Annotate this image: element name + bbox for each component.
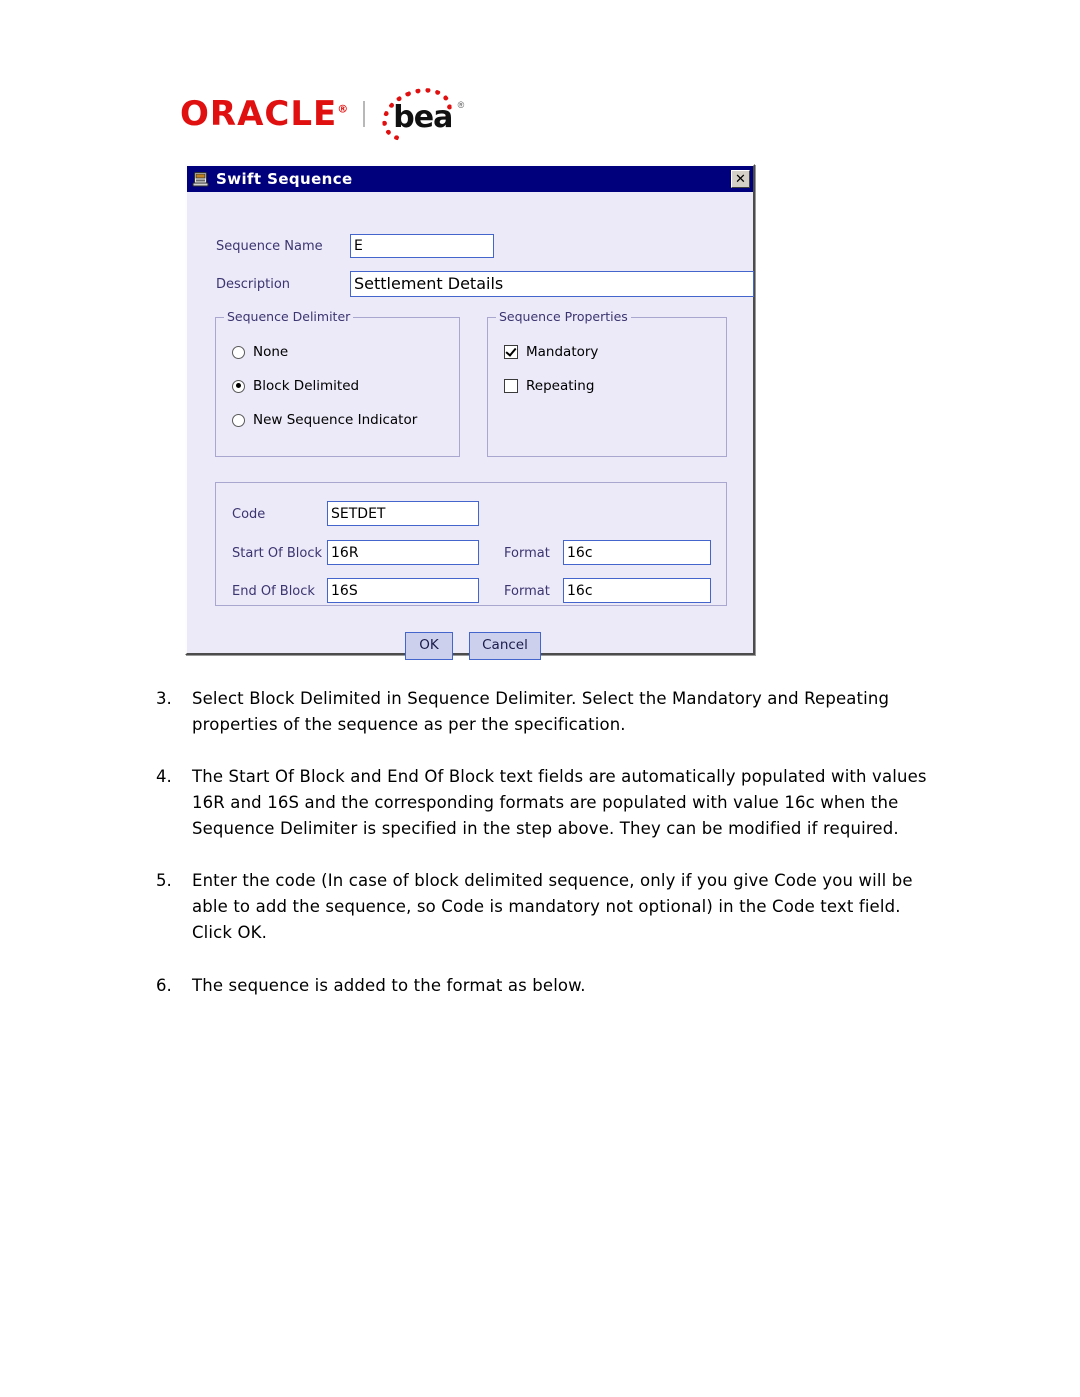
code-label: Code [232,507,266,522]
sequence-properties-group: Sequence Properties Mandatory Repeating [487,309,727,457]
sequence-properties-legend: Sequence Properties [496,309,631,324]
step-number: 4. [156,767,172,787]
end-of-block-input[interactable]: 16S [327,578,479,603]
checkbox-icon-repeating[interactable] [504,379,518,393]
checkbox-icon-mandatory[interactable] [504,345,518,359]
block-details-panel: Code SETDET Start Of Block 16R Format 16… [215,482,727,606]
swift-sequence-dialog: Swift Sequence ✕ Sequence Name E Descrip… [185,164,755,660]
start-of-block-label: Start Of Block [232,546,322,561]
step-text: The Start Of Block and End Of Block text… [192,767,927,839]
start-format-input[interactable]: 16c [563,540,711,565]
numbered-steps-list: 3. Select Block Delimited in Sequence De… [156,686,946,1025]
radio-label-none: None [253,344,289,360]
radio-icon-none[interactable] [232,345,245,359]
oracle-wordmark: ORACLE® [180,97,349,131]
bea-trademark-symbol: ® [457,100,465,110]
step-number: 5. [156,871,172,891]
ok-button[interactable]: OK [405,632,453,660]
cancel-button[interactable]: Cancel [469,632,541,660]
end-format-input[interactable]: 16c [563,578,711,603]
step-number: 3. [156,689,172,708]
logo-divider [363,101,366,127]
step-text: Enter the code (In case of block delimit… [192,871,913,943]
description-label: Description [216,277,291,292]
dialog-titlebar[interactable]: Swift Sequence ✕ [187,166,753,192]
start-of-block-row: Start Of Block 16R Format 16c [216,540,726,566]
checkbox-label-repeating: Repeating [526,378,595,394]
dialog-title: Swift Sequence [216,169,353,188]
close-icon[interactable]: ✕ [731,170,750,188]
sequence-delimiter-legend: Sequence Delimiter [224,309,354,324]
description-input[interactable]: Settlement Details [350,271,754,297]
bea-wordmark-text: bea [393,100,453,135]
list-item: 3. Select Block Delimited in Sequence De… [156,686,946,738]
list-item: 6. The sequence is added to the format a… [156,973,946,999]
checkbox-option-mandatory[interactable]: Mandatory [504,344,598,360]
oracle-trademark-symbol: ® [337,102,350,116]
end-of-block-label: End Of Block [232,584,315,599]
radio-label-new-sequence-indicator: New Sequence Indicator [253,412,418,428]
start-format-label: Format [504,546,550,561]
radio-label-block-delimited: Block Delimited [253,378,360,394]
radio-option-block-delimited[interactable]: Block Delimited [232,378,359,394]
oracle-bea-logo: ORACLE® bea ® [180,78,465,152]
end-of-block-row: End Of Block 16S Format 16c [216,578,726,604]
end-format-label: Format [504,584,550,599]
bea-logo: bea ® [374,78,465,152]
step-text: Select Block Delimited in Sequence Delim… [192,689,890,735]
oracle-wordmark-text: ORACLE [180,94,338,134]
app-window-icon [192,171,209,188]
sequence-name-label: Sequence Name [216,239,323,254]
sequence-delimiter-group: Sequence Delimiter None Block Delimited … [215,309,460,457]
list-item: 5. Enter the code (In case of block deli… [156,868,946,946]
checkbox-label-mandatory: Mandatory [526,344,599,360]
radio-icon-block-delimited[interactable] [232,379,245,393]
list-item: 4. The Start Of Block and End Of Block t… [156,764,946,842]
checkbox-option-repeating[interactable]: Repeating [504,378,594,394]
radio-option-new-sequence-indicator[interactable]: New Sequence Indicator [232,412,417,428]
start-of-block-input[interactable]: 16R [327,540,479,565]
code-input[interactable]: SETDET [327,501,479,526]
radio-option-none[interactable]: None [232,344,288,360]
sequence-name-input[interactable]: E [350,234,494,258]
radio-icon-new-sequence-indicator[interactable] [232,413,245,427]
step-text: The sequence is added to the format as b… [192,975,586,995]
dialog-body: Sequence Name E Description Settlement D… [187,192,754,660]
code-row: Code SETDET [216,501,726,527]
step-number: 6. [156,975,172,995]
